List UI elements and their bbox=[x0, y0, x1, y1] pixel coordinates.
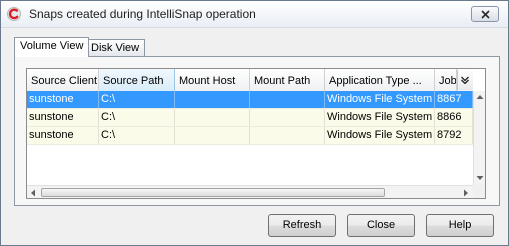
cell-application-type: Windows File System bbox=[325, 127, 435, 144]
table-header: Source Client Source Path Mount Host Mou… bbox=[27, 69, 473, 92]
window-close-button[interactable] bbox=[471, 6, 499, 22]
cell-job: 8792 bbox=[435, 127, 473, 144]
cell-mount-path bbox=[250, 91, 325, 108]
column-header-source-client[interactable]: Source Client bbox=[27, 69, 99, 91]
scroll-right-icon[interactable] bbox=[463, 189, 469, 197]
cell-source-path: C:\ bbox=[99, 127, 175, 144]
tab-volume-view[interactable]: Volume View bbox=[14, 37, 90, 57]
tab-panel: Source Client Source Path Mount Host Mou… bbox=[14, 56, 500, 206]
cell-mount-host bbox=[175, 91, 250, 108]
refresh-button[interactable]: Refresh bbox=[268, 214, 336, 237]
table-row[interactable]: sunstone C:\ Windows File System 8792 bbox=[27, 127, 473, 145]
scroll-left-icon[interactable] bbox=[30, 189, 36, 197]
cell-mount-path bbox=[250, 127, 325, 144]
table-row[interactable]: sunstone C:\ Windows File System 8866 bbox=[27, 109, 473, 127]
tab-label: Volume View bbox=[20, 40, 84, 52]
vertical-scrollbar[interactable] bbox=[473, 91, 485, 185]
window-title: Snaps created during IntelliSnap operati… bbox=[29, 7, 256, 21]
cell-source-client: sunstone bbox=[27, 109, 99, 126]
dialog-window: Snaps created during IntelliSnap operati… bbox=[0, 0, 509, 246]
cell-mount-host bbox=[175, 109, 250, 126]
horizontal-scrollbar[interactable] bbox=[27, 185, 473, 198]
cell-job: 8866 bbox=[435, 109, 473, 126]
cell-job: 8867 bbox=[435, 91, 473, 108]
scrollbar-corner bbox=[473, 185, 485, 198]
snaps-table: Source Client Source Path Mount Host Mou… bbox=[26, 68, 486, 199]
cell-source-path: C:\ bbox=[99, 91, 175, 108]
column-header-mount-host[interactable]: Mount Host bbox=[175, 69, 250, 91]
scroll-down-icon[interactable] bbox=[476, 175, 484, 181]
horizontal-scroll-thumb[interactable] bbox=[41, 188, 385, 197]
cell-source-client: sunstone bbox=[27, 91, 99, 108]
close-button[interactable]: Close bbox=[347, 214, 415, 237]
scroll-up-icon[interactable] bbox=[476, 94, 484, 100]
help-button[interactable]: Help bbox=[426, 214, 494, 237]
column-menu-button[interactable] bbox=[457, 70, 473, 90]
column-header-source-path[interactable]: Source Path bbox=[99, 69, 175, 91]
cell-application-type: Windows File System bbox=[325, 109, 435, 126]
commvault-app-icon bbox=[7, 7, 21, 21]
title-bar: Snaps created during IntelliSnap operati… bbox=[1, 1, 508, 28]
tab-label: Disk View bbox=[91, 42, 140, 54]
cell-mount-path bbox=[250, 109, 325, 126]
cell-source-client: sunstone bbox=[27, 127, 99, 144]
cell-application-type: Windows File System bbox=[325, 91, 435, 108]
close-icon bbox=[481, 10, 490, 19]
column-header-job[interactable]: Job bbox=[435, 69, 457, 91]
table-row[interactable]: sunstone C:\ Windows File System 8867 bbox=[27, 91, 473, 109]
column-header-application-type[interactable]: Application Type ... bbox=[325, 69, 435, 91]
tab-disk-view[interactable]: Disk View bbox=[85, 39, 146, 56]
column-header-mount-path[interactable]: Mount Path bbox=[250, 69, 325, 91]
cell-source-path: C:\ bbox=[99, 109, 175, 126]
chevron-down-icon bbox=[461, 76, 469, 84]
cell-mount-host bbox=[175, 127, 250, 144]
